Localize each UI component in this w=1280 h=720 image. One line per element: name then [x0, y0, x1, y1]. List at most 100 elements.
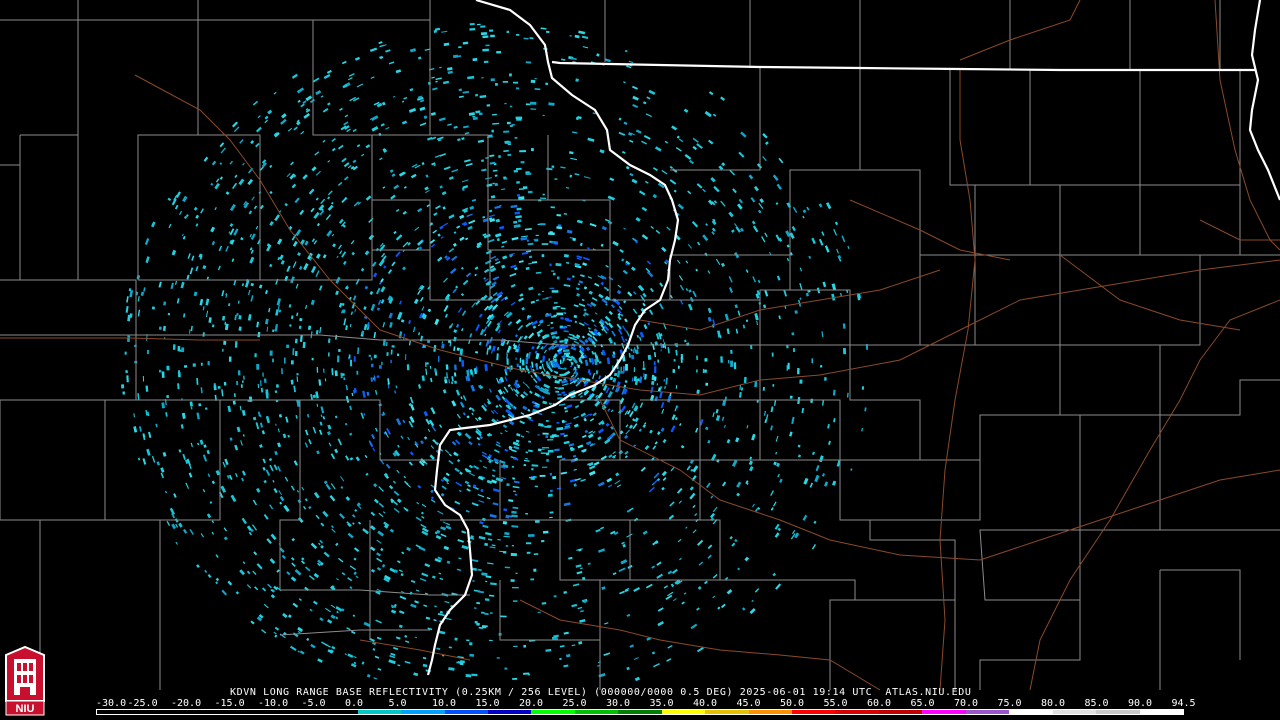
echo-gate	[247, 289, 251, 296]
echo-gate	[417, 289, 422, 295]
echo-gate	[176, 298, 180, 304]
echo-gate	[563, 393, 568, 397]
echo-gate	[461, 328, 464, 332]
echo-gate	[418, 56, 422, 60]
legend-label: 20.0	[519, 698, 544, 709]
echo-gate	[662, 339, 665, 343]
echo-gate	[227, 405, 232, 413]
echo-gate	[669, 179, 677, 185]
echo-gate	[286, 265, 291, 273]
echo-gate	[254, 586, 259, 591]
echo-gate	[442, 80, 450, 85]
echo-gate	[577, 606, 583, 610]
echo-gate	[390, 359, 392, 364]
echo-gate	[545, 82, 549, 86]
echo-gate	[454, 637, 458, 641]
echo-gate	[573, 314, 578, 319]
echo-gate	[413, 672, 419, 677]
legend-label: 25.0	[562, 698, 587, 709]
echo-gate	[454, 500, 461, 505]
echo-gate	[234, 314, 237, 321]
echo-gate	[215, 178, 220, 183]
echo-gate	[520, 161, 525, 164]
echo-gate	[345, 455, 350, 461]
echo-gate	[370, 357, 373, 361]
echo-gate	[376, 636, 382, 640]
echo-gate	[401, 120, 408, 125]
echo-gate	[730, 349, 733, 354]
echo-gate	[479, 95, 487, 99]
echo-gate	[346, 128, 351, 133]
echo-gate	[429, 454, 435, 460]
echo-gate	[507, 143, 511, 146]
echo-gate	[547, 425, 552, 427]
echo-gate	[650, 386, 654, 394]
echo-gate	[215, 577, 220, 582]
echo-gate	[474, 620, 478, 624]
echo-gate	[425, 362, 427, 367]
echo-gate	[510, 579, 515, 582]
echo-gate	[247, 178, 254, 186]
echo-gate	[749, 607, 756, 615]
echo-gate	[696, 539, 704, 546]
echo-gate	[496, 51, 502, 54]
echo-gate	[621, 342, 625, 349]
echo-gate	[489, 214, 495, 218]
echo-gate	[239, 569, 246, 576]
echo-gate	[511, 544, 514, 547]
echo-gate	[675, 146, 682, 152]
echo-gate	[275, 384, 279, 388]
echo-gate	[376, 567, 382, 571]
echo-gate	[607, 390, 613, 399]
echo-gate	[459, 236, 465, 242]
echo-gate	[256, 126, 262, 133]
echo-gate	[745, 269, 749, 273]
echo-gate	[512, 477, 516, 480]
echo-gate	[537, 339, 544, 346]
legend-color-swatch	[1139, 710, 1183, 714]
echo-gate	[561, 379, 568, 384]
echo-gate	[395, 69, 402, 74]
echo-gate	[395, 234, 403, 241]
echo-gate	[513, 445, 520, 450]
echo-gate	[616, 484, 622, 488]
echo-gate	[337, 181, 343, 187]
echo-gate	[515, 318, 522, 325]
echo-gate	[622, 543, 626, 548]
echo-gate	[728, 287, 734, 293]
echo-gate	[350, 240, 355, 245]
echo-gate	[512, 677, 518, 680]
echo-gate	[378, 512, 384, 518]
echo-gate	[503, 130, 510, 133]
echo-gate	[293, 385, 296, 393]
echo-gate	[187, 253, 191, 259]
echo-gate	[381, 44, 387, 47]
echo-gate	[274, 390, 278, 393]
echo-gate	[504, 102, 507, 105]
echo-gate	[506, 121, 511, 125]
echo-gate	[685, 288, 689, 292]
echo-gate	[773, 400, 777, 406]
echo-gate	[292, 348, 295, 356]
echo-gate	[471, 673, 478, 677]
echo-gate	[227, 580, 233, 586]
echo-gate	[228, 356, 232, 362]
echo-gate	[523, 644, 527, 648]
echo-gate	[299, 650, 305, 655]
echo-gate	[412, 326, 416, 333]
echo-gate	[685, 526, 688, 529]
echo-gate	[269, 190, 273, 195]
echo-gate	[824, 377, 827, 381]
echo-gate	[832, 389, 836, 396]
echo-gate	[295, 229, 302, 237]
echo-gate	[264, 115, 269, 120]
echo-gate	[692, 290, 697, 298]
echo-gate	[376, 375, 380, 378]
echo-gate	[624, 434, 629, 440]
echo-gate	[527, 534, 535, 537]
echo-gate	[596, 53, 600, 57]
echo-gate	[678, 138, 684, 143]
echo-gate	[211, 480, 216, 485]
echo-gate	[603, 652, 611, 656]
echo-gate	[423, 410, 429, 417]
